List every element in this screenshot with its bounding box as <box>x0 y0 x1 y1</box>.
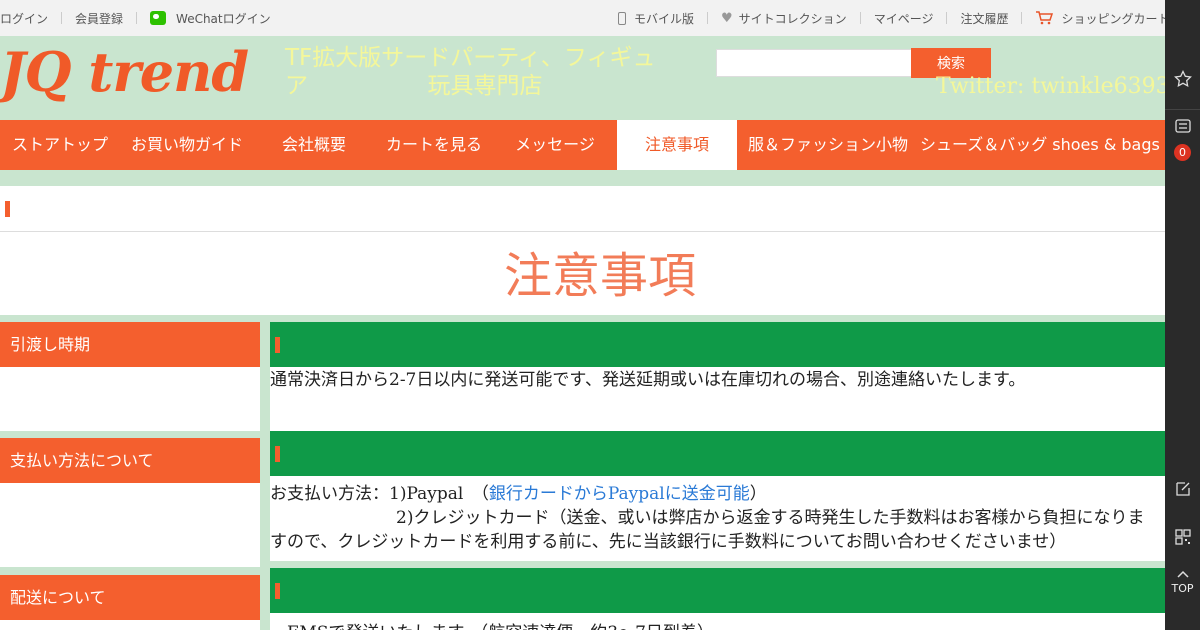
mypage-link[interactable]: マイページ <box>874 10 934 27</box>
cart-list-icon[interactable] <box>1174 118 1192 136</box>
section-marker <box>275 337 280 353</box>
nav-item-notes[interactable]: 注意事項 <box>617 120 737 170</box>
tagline-line1: TF拡大版サードパーティ、フィギュ <box>285 45 656 71</box>
section-label-shipping: 配送について <box>0 575 260 620</box>
payment-line-2: 2)クレジットカード（送金、或いは弊店から返金する時発生した手数料はお客様から負… <box>396 508 1145 528</box>
title-marker <box>5 201 10 217</box>
search-input[interactable] <box>716 49 912 77</box>
site-collection-link[interactable]: サイトコレクション <box>739 10 847 27</box>
tagline-line2: ア <box>285 73 308 99</box>
shopping-cart-link[interactable]: ショッピングカート <box>1061 10 1169 27</box>
register-link[interactable]: 会員登録 <box>75 10 123 27</box>
section-label-body <box>0 620 260 630</box>
cart-count-badge: 0 <box>1174 144 1191 161</box>
divider <box>859 12 861 24</box>
section-body-shipping: EMSで発送いたします。（航空速達便、約3～7日到着） <box>270 613 1165 630</box>
nav-item-shopping-guide[interactable]: お買い物ガイド <box>120 120 254 170</box>
site-logo[interactable]: JQ trend <box>0 40 249 104</box>
paypal-bank-card-link[interactable]: 銀行カードからPaypalに送金可能 <box>489 484 750 504</box>
section-header <box>270 431 1165 476</box>
divider <box>136 12 138 24</box>
nav-item-store-top[interactable]: ストアトップ <box>0 120 120 170</box>
payment-line-1: お支払い方法：1)Paypal （銀行カードからPaypalに送金可能） <box>270 482 1165 506</box>
section-header <box>270 568 1165 613</box>
store-tagline: TF拡大版サードパーティ、フィギュ ア 玩具専門店 <box>285 44 685 100</box>
payment-text: ） <box>749 484 767 504</box>
section-text: EMSで発送いたします。（航空速達便、約3～7日到着） <box>270 621 1165 630</box>
section-label-delivery-time: 引渡し時期 <box>0 322 260 367</box>
nav-item-shoes-bags[interactable]: シューズ＆バッグ shoes & bags <box>920 120 1160 170</box>
nav-item-fashion[interactable]: 服＆ファッション小物 <box>742 120 914 170</box>
qr-code-icon[interactable] <box>1174 528 1192 546</box>
nav-item-view-cart[interactable]: カートを見る <box>374 120 494 170</box>
section-text: 通常決済日から2-7日以内に発送可能です、発送延期或いは在庫切れの場合、別途連絡… <box>270 370 1026 390</box>
top-utility-bar: ログイン 会員登録 WeChatログイン モバイル版 ♥ サイトコレクション マ… <box>0 0 1169 36</box>
order-history-link[interactable]: 注文履歴 <box>960 10 1008 27</box>
heart-icon: ♥ <box>721 10 733 26</box>
mobile-phone-icon <box>618 11 626 25</box>
section-body-payment: お支払い方法：1)Paypal （銀行カードからPaypalに送金可能） 2)ク… <box>270 476 1165 561</box>
wechat-login-link[interactable]: WeChatログイン <box>176 10 271 27</box>
wechat-icon <box>150 11 167 25</box>
page-title: 注意事項 <box>503 248 696 304</box>
section-marker <box>275 583 280 599</box>
mobile-version-link[interactable]: モバイル版 <box>634 10 694 27</box>
section-marker <box>275 446 280 462</box>
divider <box>946 12 948 24</box>
divider <box>61 12 63 24</box>
divider <box>0 231 1165 232</box>
page-title-panel: 注意事項 <box>0 186 1165 315</box>
star-icon[interactable] <box>1174 70 1192 88</box>
divider <box>1165 109 1200 110</box>
twitter-handle: Twitter: twinkle6393 <box>936 74 1170 99</box>
tagline-line3: 玩具専門店 <box>427 73 543 99</box>
right-side-rail: 0 TOP <box>1165 0 1200 630</box>
section-body-delivery-time: 通常決済日から2-7日以内に発送可能です、発送延期或いは在庫切れの場合、別途連絡… <box>270 367 1165 431</box>
payment-line-3: すので、クレジットカードを利用する前に、先に当該銀行に手数料についてお問い合わせ… <box>270 532 1067 552</box>
login-link[interactable]: ログイン <box>0 10 48 27</box>
section-label-body <box>0 483 260 567</box>
section-label-body <box>0 367 260 431</box>
divider <box>1021 12 1023 24</box>
back-to-top-button[interactable]: TOP <box>1165 582 1200 595</box>
main-nav: ストアトップ お買い物ガイド 会社概要 カートを見る メッセージ 注意事項 服＆… <box>0 120 1165 170</box>
shopping-cart-icon <box>1036 11 1054 25</box>
section-header <box>270 322 1165 367</box>
edit-icon[interactable] <box>1174 480 1192 498</box>
site-header: JQ trend TF拡大版サードパーティ、フィギュ ア 玩具専門店 検索 Tw… <box>0 36 1170 120</box>
nav-item-company[interactable]: 会社概要 <box>254 120 374 170</box>
divider <box>707 12 709 24</box>
nav-item-messages[interactable]: メッセージ <box>494 120 616 170</box>
chevron-up-icon[interactable] <box>1174 568 1192 580</box>
section-label-payment: 支払い方法について <box>0 438 260 483</box>
payment-text: お支払い方法：1)Paypal （ <box>270 484 489 504</box>
